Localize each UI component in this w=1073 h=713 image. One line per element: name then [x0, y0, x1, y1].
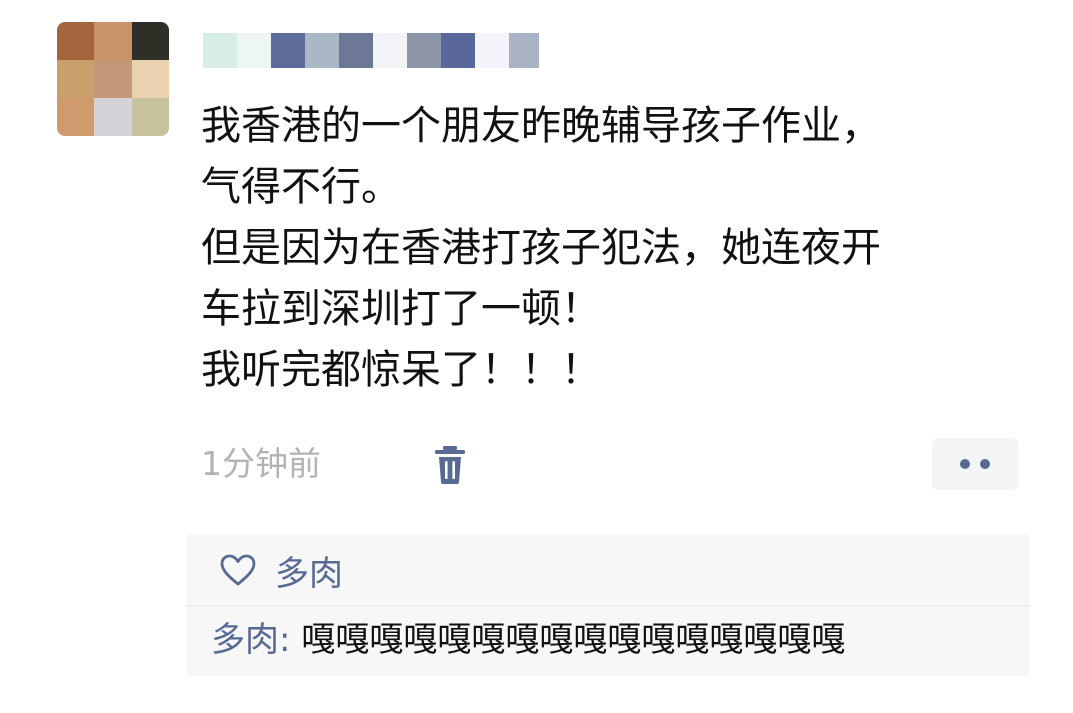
more-dots-icon	[960, 459, 970, 469]
divider	[187, 605, 1029, 606]
avatar-pixel	[57, 22, 95, 60]
avatar-pixel	[131, 98, 169, 136]
username-pixel	[271, 33, 305, 68]
post-text-line: 但是因为在香港打孩子犯法，她连夜开	[201, 225, 881, 271]
username-pixel	[475, 33, 509, 68]
avatar-pixel	[131, 60, 169, 98]
username-pixel	[339, 33, 373, 68]
username-pixel	[237, 33, 271, 68]
comment-separator: :	[279, 620, 302, 660]
comment-author[interactable]: 多肉	[211, 620, 279, 660]
post-text: 我香港的一个朋友昨晚辅导孩子作业， 气得不行。 但是因为在香港打孩子犯法，她连夜…	[201, 96, 1041, 401]
avatar-pixel	[131, 22, 169, 60]
post-text-line: 我香港的一个朋友昨晚辅导孩子作业，	[201, 103, 881, 149]
comment-text: 嘎嘎嘎嘎嘎嘎嘎嘎嘎嘎嘎嘎嘎嘎嘎嘎	[301, 620, 846, 660]
avatar-pixel	[94, 22, 132, 60]
comment-item[interactable]: 多肉: 嘎嘎嘎嘎嘎嘎嘎嘎嘎嘎嘎嘎嘎嘎嘎嘎	[211, 617, 845, 663]
more-dots-icon	[980, 459, 990, 469]
username-pixel	[441, 33, 475, 68]
username-pixel	[373, 33, 407, 68]
post-timestamp: 1分钟前	[201, 444, 321, 483]
username-pixel	[305, 33, 339, 68]
like-user-name[interactable]: 多肉	[275, 546, 343, 595]
more-button[interactable]	[932, 438, 1018, 490]
trash-icon	[435, 446, 465, 484]
avatar-pixel	[94, 60, 132, 98]
username-pixel	[203, 33, 237, 68]
username-pixel	[407, 33, 441, 68]
username-blurred[interactable]	[203, 33, 539, 68]
post-text-line: 气得不行。	[201, 164, 401, 210]
avatar[interactable]	[57, 22, 169, 136]
post-text-line: 我听完都惊呆了！！！	[201, 347, 601, 393]
delete-button[interactable]	[430, 442, 470, 486]
avatar-pixel	[94, 98, 132, 136]
avatar-pixel	[57, 98, 95, 136]
post-text-line: 车拉到深圳打了一顿！	[201, 286, 601, 332]
interaction-panel: 多肉 多肉: 嘎嘎嘎嘎嘎嘎嘎嘎嘎嘎嘎嘎嘎嘎嘎嘎	[187, 534, 1029, 676]
heart-outline-icon	[220, 554, 256, 586]
avatar-pixel	[57, 60, 95, 98]
username-pixel	[509, 33, 539, 68]
like-row: 多肉	[219, 546, 343, 595]
